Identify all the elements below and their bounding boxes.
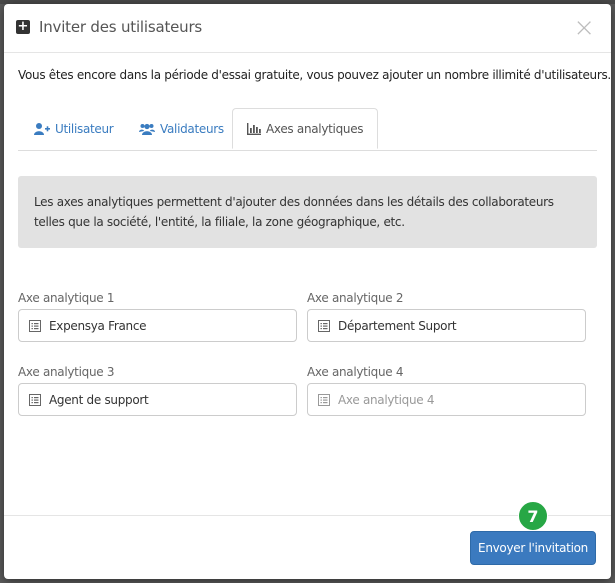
- tab-utilisateur[interactable]: Utilisateur: [34, 108, 114, 149]
- axe-analytique-2-field: [307, 309, 586, 342]
- field-label-axe-4: Axe analytique 4: [307, 365, 404, 379]
- tab-bar: Utilisateur Validateurs Axes analytiques: [18, 108, 597, 151]
- list-icon: [318, 394, 330, 406]
- tab-axes-analytiques[interactable]: Axes analytiques: [232, 108, 379, 149]
- tab-axes-analytiques-label: Axes analytiques: [266, 121, 364, 136]
- field-label-axe-3: Axe analytique 3: [18, 365, 115, 379]
- close-button[interactable]: ×: [573, 15, 595, 41]
- plus-square-icon: +: [16, 19, 30, 34]
- list-icon: [318, 320, 330, 332]
- modal-title: Inviter des utilisateurs: [39, 18, 203, 36]
- send-invitation-button[interactable]: Envoyer l'invitation: [470, 531, 596, 565]
- axe-analytique-3-field: [18, 383, 297, 416]
- field-label-axe-1: Axe analytique 1: [18, 291, 115, 305]
- axe-analytique-4-field: [307, 383, 586, 416]
- field-label-axe-2: Axe analytique 2: [307, 291, 404, 305]
- tab-utilisateur-label: Utilisateur: [55, 121, 114, 136]
- tab-validateurs[interactable]: Validateurs: [139, 108, 224, 149]
- list-icon: [29, 394, 41, 406]
- tab-validateurs-label: Validateurs: [160, 121, 224, 136]
- user-plus-icon: [34, 122, 50, 135]
- users-icon: [139, 123, 155, 135]
- axe-analytique-3-input[interactable]: [49, 384, 289, 415]
- info-box: Les axes analytiques permettent d'ajoute…: [18, 176, 597, 248]
- bar-chart-icon: [247, 122, 261, 135]
- axe-analytique-1-input[interactable]: [49, 310, 289, 341]
- modal-header: + Inviter des utilisateurs ×: [4, 4, 611, 53]
- invite-users-modal: + Inviter des utilisateurs × Vous êtes e…: [4, 4, 611, 579]
- axe-analytique-2-input[interactable]: [338, 310, 578, 341]
- axe-analytique-4-input[interactable]: [338, 384, 578, 415]
- step-badge: 7: [518, 501, 548, 531]
- axe-analytique-1-field: [18, 309, 297, 342]
- trial-intro-text: Vous êtes encore dans la période d'essai…: [18, 68, 611, 82]
- list-icon: [29, 320, 41, 332]
